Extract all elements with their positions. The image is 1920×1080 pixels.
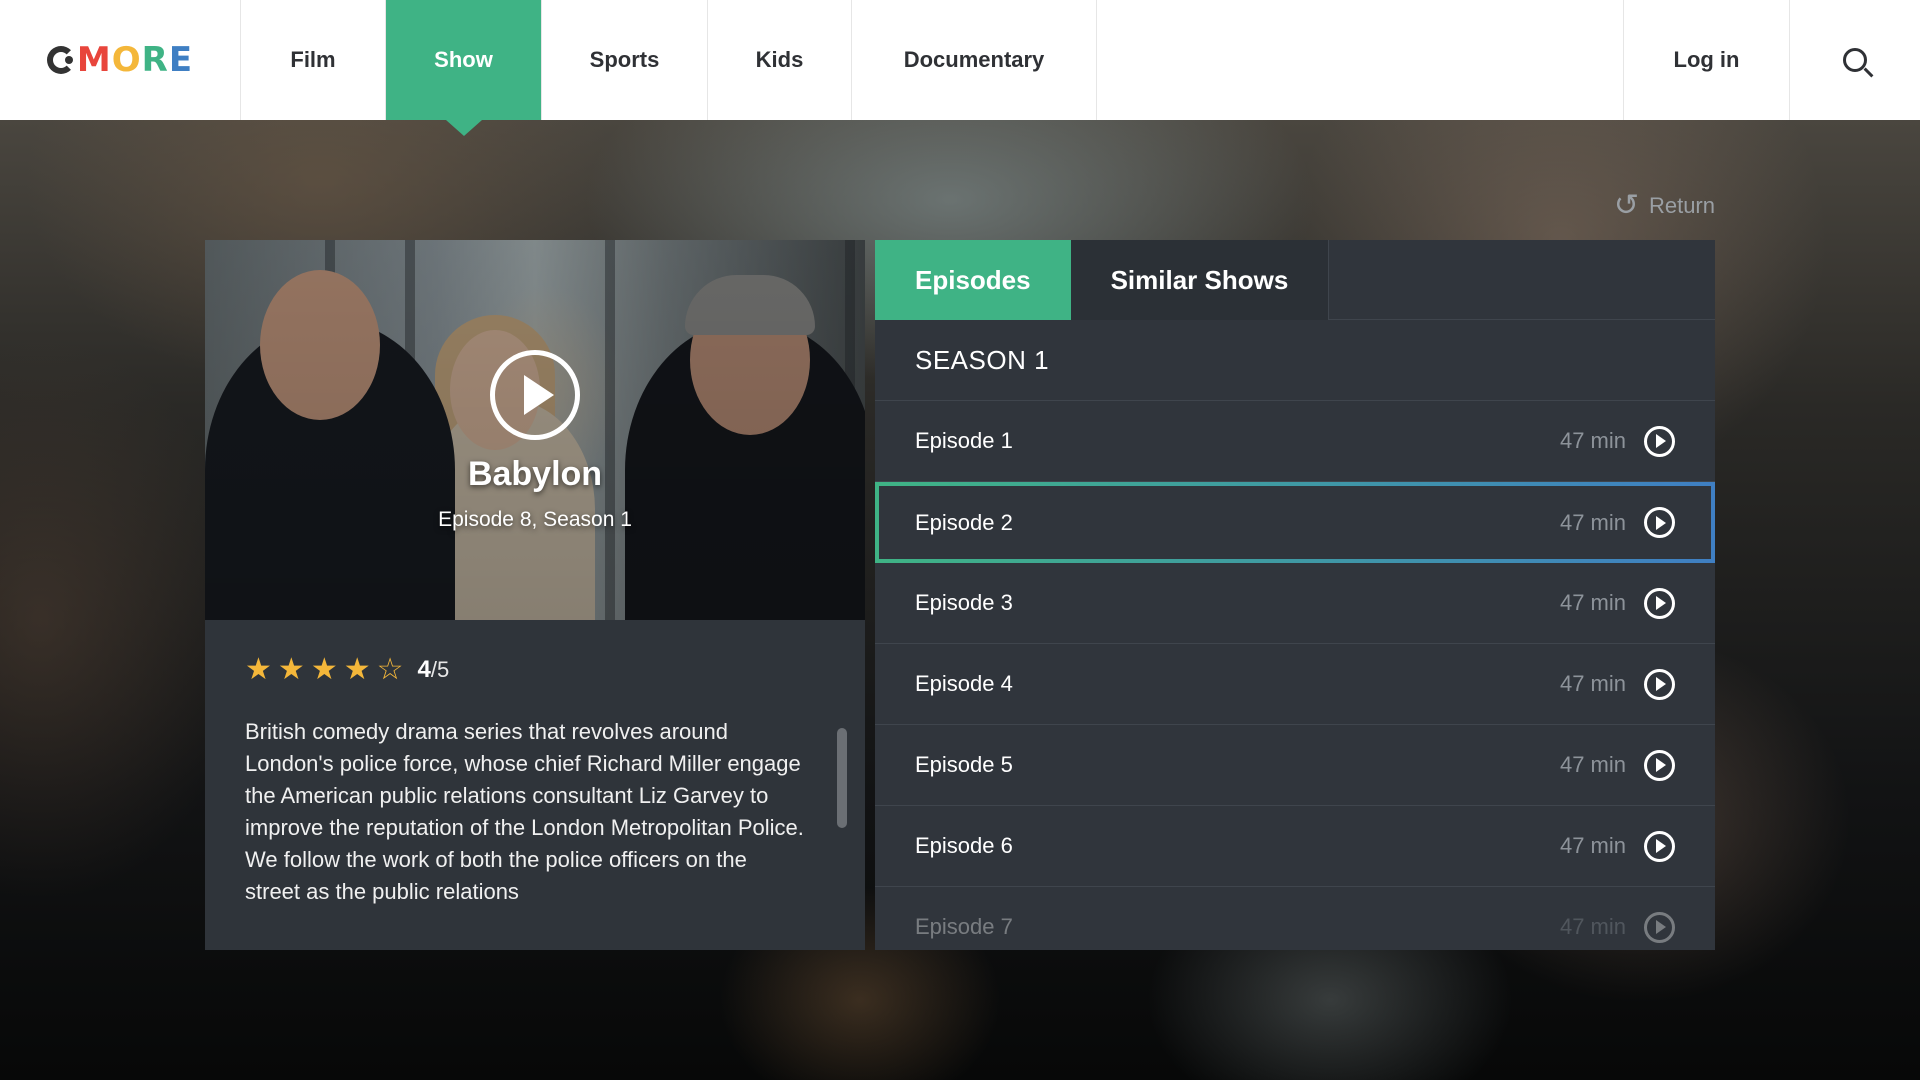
episode-duration: 47 min [1559, 590, 1626, 615]
nav-item-show[interactable]: Show [386, 0, 542, 120]
episode-duration: 47 min [1559, 833, 1626, 858]
episode-name: Episode 3 [915, 590, 1013, 615]
play-icon[interactable] [490, 350, 580, 440]
show-description: British comedy drama series that revolve… [245, 719, 804, 904]
search-icon [1843, 48, 1867, 72]
episode-duration: 47 min [1559, 428, 1626, 453]
return-button[interactable]: ↺ Return [1614, 188, 1715, 223]
logo-letter: M [76, 40, 112, 80]
play-circle-icon[interactable] [1644, 668, 1675, 700]
episode-name: Episode 2 [915, 509, 1013, 535]
star-filled-icon: ★ [310, 652, 338, 687]
logo-mark: M O R E [46, 40, 194, 80]
play-circle-icon[interactable] [1644, 507, 1675, 538]
login-button[interactable]: Log in [1624, 0, 1790, 120]
episode-name: Episode 6 [915, 833, 1013, 858]
show-hero-image: Babylon Episode 8, Season 1 [205, 240, 865, 620]
episode-duration: 47 min [1559, 671, 1626, 696]
star-filled-icon: ★ [343, 652, 371, 687]
logo-c-icon [46, 46, 75, 74]
search-button[interactable] [1790, 0, 1920, 120]
play-circle-icon[interactable] [1644, 749, 1675, 781]
show-detail-card: Babylon Episode 8, Season 1 ★ ★ ★ ★ ☆ 4/… [205, 240, 865, 950]
episode-row[interactable]: Episode 7 47 min [875, 887, 1715, 950]
logo-letter: O [111, 40, 142, 80]
play-circle-icon[interactable] [1644, 911, 1675, 943]
rating-value: 4/5 [418, 656, 450, 684]
episode-name: Episode 7 [915, 914, 1013, 939]
episode-duration: 47 min [1559, 752, 1626, 777]
return-label: Return [1648, 192, 1715, 218]
episode-row[interactable]: Episode 6 47 min [875, 806, 1715, 887]
rating-score: 4 [417, 656, 431, 683]
tab-episodes[interactable]: Episodes [875, 240, 1071, 320]
show-subtitle: Episode 8, Season 1 [438, 508, 632, 531]
episode-duration: 47 min [1559, 509, 1626, 535]
episode-row[interactable]: Episode 5 47 min [875, 725, 1715, 806]
star-empty-icon: ☆ [376, 652, 404, 687]
episode-row[interactable]: Episode 1 47 min [875, 401, 1715, 482]
play-circle-icon[interactable] [1644, 830, 1675, 862]
play-circle-icon[interactable] [1644, 425, 1675, 457]
nav-spacer [1097, 0, 1624, 120]
episode-duration: 47 min [1559, 914, 1626, 939]
season-heading: SEASON 1 [875, 320, 1715, 401]
episode-name: Episode 5 [915, 752, 1013, 777]
description-scrollbar[interactable] [837, 728, 847, 828]
episode-row[interactable]: Episode 4 47 min [875, 644, 1715, 725]
nav-item-documentary[interactable]: Documentary [852, 0, 1097, 120]
logo-letter: R [141, 40, 169, 80]
episodes-panel: Episodes Similar Shows SEASON 1 Episode … [875, 240, 1715, 950]
rating: ★ ★ ★ ★ ☆ 4/5 [245, 655, 449, 685]
star-filled-icon: ★ [245, 652, 272, 687]
star-filled-icon: ★ [277, 652, 305, 687]
show-title: Babylon [467, 455, 603, 493]
nav-item-film[interactable]: Film [241, 0, 386, 120]
top-navigation: M O R E Film Show Sports Kids Documentar… [0, 0, 1920, 120]
play-circle-icon[interactable] [1644, 587, 1675, 619]
episode-name: Episode 1 [915, 428, 1013, 453]
nav-item-kids[interactable]: Kids [708, 0, 852, 120]
episode-row[interactable]: Episode 3 47 min [875, 563, 1715, 644]
return-icon: ↺ [1613, 188, 1639, 223]
panel-tabs: Episodes Similar Shows [875, 240, 1715, 320]
logo-letter: E [168, 40, 194, 80]
cmore-logo[interactable]: M O R E [0, 0, 241, 120]
episode-row-selected[interactable]: Episode 2 47 min [875, 482, 1715, 563]
rating-max: /5 [430, 657, 450, 682]
tab-similar-shows[interactable]: Similar Shows [1070, 240, 1330, 320]
episode-name: Episode 4 [915, 671, 1013, 696]
nav-item-sports[interactable]: Sports [542, 0, 708, 120]
